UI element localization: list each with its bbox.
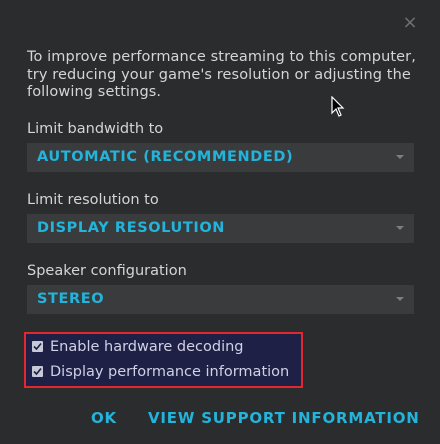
- close-icon[interactable]: ×: [400, 13, 420, 33]
- dialog-footer: OK VIEW SUPPORT INFORMATION: [0, 393, 440, 444]
- ok-button[interactable]: OK: [91, 409, 117, 427]
- checkbox-group: Enable hardware decoding Display perform…: [24, 332, 303, 388]
- streaming-settings-dialog: × To improve performance streaming to th…: [0, 0, 440, 444]
- resolution-label: Limit resolution to: [27, 192, 159, 208]
- speaker-config-select[interactable]: STEREO: [27, 285, 414, 314]
- bandwidth-select-value: AUTOMATIC (RECOMMENDED): [37, 149, 294, 165]
- speaker-config-label: Speaker configuration: [27, 263, 187, 279]
- performance-info-label: Display performance information: [50, 364, 290, 380]
- bandwidth-select[interactable]: AUTOMATIC (RECOMMENDED): [27, 143, 414, 172]
- chevron-down-icon: [396, 155, 404, 159]
- checkmark-icon[interactable]: [32, 341, 43, 352]
- chevron-down-icon: [396, 226, 404, 230]
- view-support-information-button[interactable]: VIEW SUPPORT INFORMATION: [148, 409, 420, 427]
- mouse-pointer-icon: [331, 96, 345, 117]
- chevron-down-icon: [396, 297, 404, 301]
- intro-text: To improve performance streaming to this…: [27, 49, 416, 100]
- resolution-select[interactable]: DISPLAY RESOLUTION: [27, 214, 414, 243]
- speaker-config-select-value: STEREO: [37, 291, 105, 307]
- hardware-decoding-label: Enable hardware decoding: [50, 339, 244, 355]
- checkmark-icon[interactable]: [32, 366, 43, 377]
- bandwidth-label: Limit bandwidth to: [27, 121, 164, 137]
- resolution-select-value: DISPLAY RESOLUTION: [37, 220, 226, 236]
